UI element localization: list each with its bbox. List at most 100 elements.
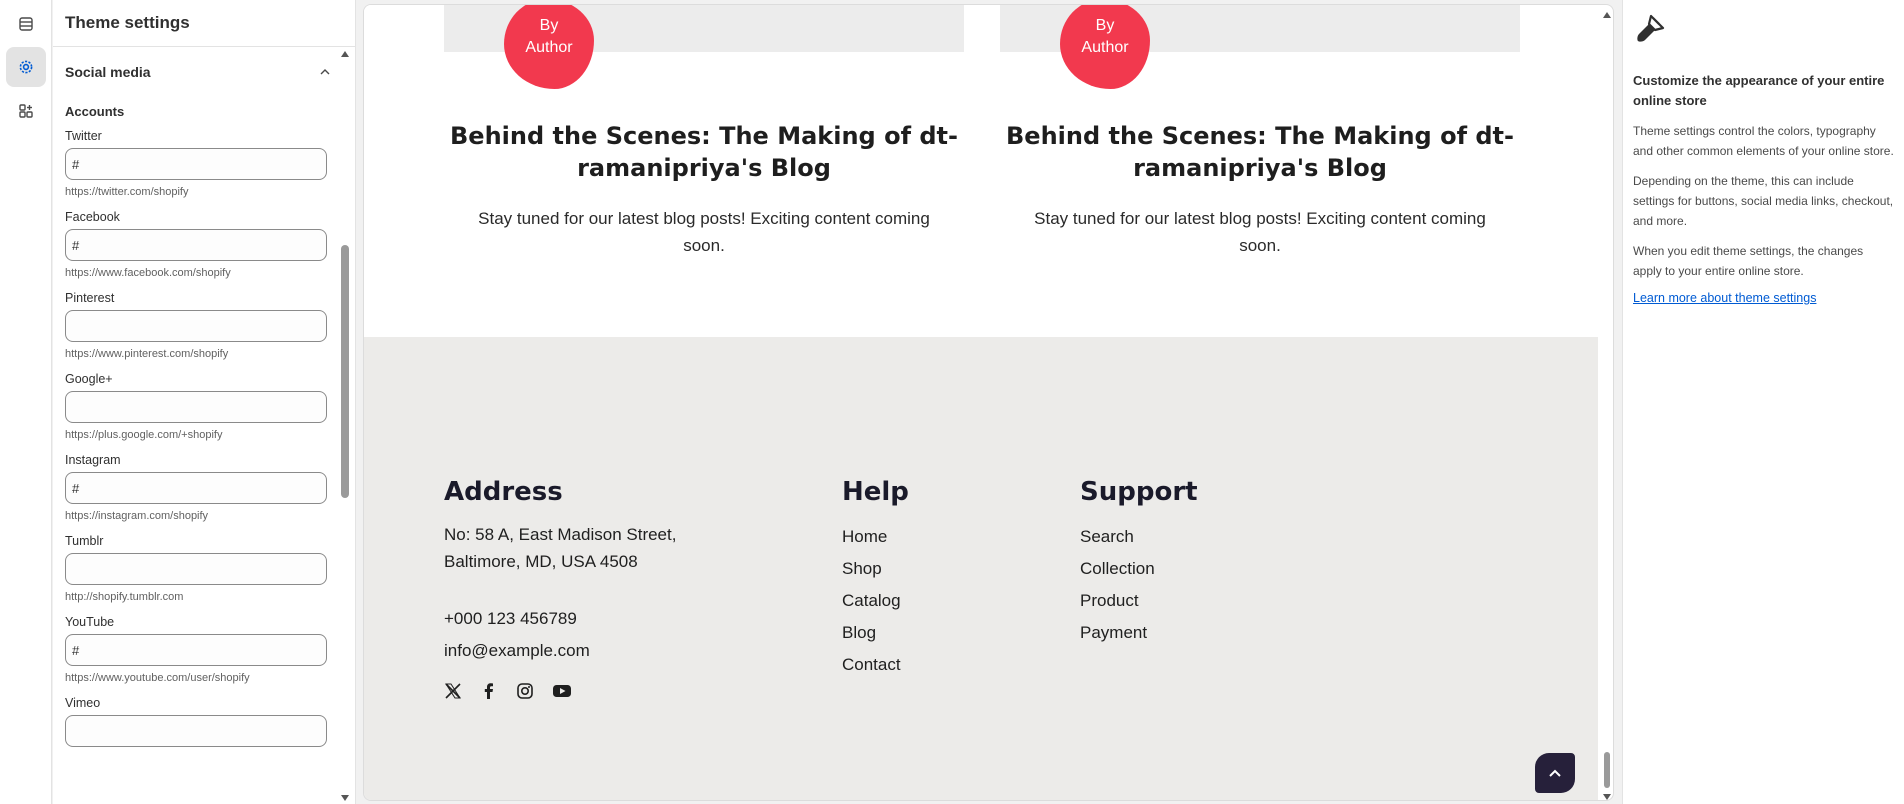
vimeo-field: Vimeo [53,696,355,747]
footer-heading: Support [1080,477,1198,507]
preview-scrollbar[interactable] [1603,11,1611,800]
section-title: Social media [65,64,151,80]
field-help: https://www.pinterest.com/shopify [65,348,229,360]
sections-nav-button[interactable] [6,4,46,44]
field-label: YouTube [65,615,115,629]
info-paragraph: Theme settings control the colors, typog… [1633,124,1894,158]
author-badge: By Author [1060,5,1150,89]
footer-link-catalog[interactable]: Catalog [842,585,909,617]
store-preview[interactable]: By Author Behind the Scenes: The Making … [363,4,1614,801]
footer-link-payment[interactable]: Payment [1080,617,1198,649]
footer-address-column: Address No: 58 A, East Madison Street, B… [444,477,676,700]
address-line: No: 58 A, East Madison Street, [444,525,677,544]
tumblr-field: Tumblr http://shopify.tumblr.com [53,534,355,603]
scrollbar-thumb[interactable] [341,245,349,498]
twitter-field: Twitter https://twitter.com/shopify [53,129,355,198]
field-label: Vimeo [65,696,101,710]
youtube-field: YouTube https://www.youtube.com/user/sho… [53,615,355,684]
theme-settings-panel: Theme settings Social media Accounts Twi… [53,0,356,804]
field-label: Facebook [65,210,120,224]
twitter-input[interactable] [65,148,327,180]
blog-card-excerpt: Stay tuned for our latest blog posts! Ex… [1034,209,1486,255]
panel-scrollbar[interactable] [341,50,349,804]
footer-link-contact[interactable]: Contact [842,649,909,681]
facebook-icon[interactable] [480,682,498,700]
footer-link-home[interactable]: Home [842,521,909,553]
panel-title: Theme settings [65,13,190,32]
badge-line2: Author [525,39,573,56]
email-link[interactable]: info@example.com [444,637,676,664]
footer-support-column: Support Search Collection Product Paymen… [1080,477,1198,649]
blog-card-title[interactable]: Behind the Scenes: The Making of dt-rama… [444,120,964,184]
info-title: Customize the appearance of your entire … [1633,73,1885,108]
facebook-field: Facebook https://www.facebook.com/shopif… [53,210,355,279]
author-badge: By Author [504,5,594,89]
scroll-up-arrow[interactable] [341,51,349,57]
google-plus-field: Google+ https://plus.google.com/+shopify [53,372,355,441]
paint-brush-icon [1637,14,1665,42]
pinterest-input[interactable] [65,310,327,342]
preview-area: By Author Behind the Scenes: The Making … [356,0,1622,804]
chevron-up-icon [1549,769,1561,777]
youtube-icon[interactable] [552,682,572,700]
app-embeds-nav-button[interactable] [6,91,46,131]
panel-scroll-area[interactable]: Social media Accounts Twitter https://tw… [53,48,355,804]
footer-link-search[interactable]: Search [1080,521,1198,553]
blog-card-excerpt: Stay tuned for our latest blog posts! Ex… [478,209,930,255]
footer-link-collection[interactable]: Collection [1080,553,1198,585]
footer-heading: Help [842,477,909,507]
sections-icon [19,17,33,31]
phone-link[interactable]: +000 123 456789 [444,605,676,632]
scroll-down-arrow[interactable] [341,795,349,801]
footer-link-blog[interactable]: Blog [842,617,909,649]
chevron-up-icon [320,69,330,75]
youtube-input[interactable] [65,634,327,666]
blog-card[interactable]: By Author Behind the Scenes: The Making … [1000,5,1520,255]
badge-line1: By [1095,17,1115,34]
badge-line1: By [539,17,559,34]
field-label: Pinterest [65,291,115,305]
badge-line2: Author [1081,39,1129,56]
scrollbar-thumb[interactable] [1604,752,1610,788]
field-help: https://instagram.com/shopify [65,510,209,522]
blog-card[interactable]: By Author Behind the Scenes: The Making … [444,5,964,255]
footer-help-column: Help Home Shop Catalog Blog Contact [842,477,909,681]
footer-heading: Address [444,477,563,507]
left-rail [0,0,52,804]
tumblr-input[interactable] [65,553,327,585]
gear-icon [19,60,33,74]
info-sidebar: Customize the appearance of your entire … [1622,0,1904,804]
theme-settings-nav-button[interactable] [6,47,46,87]
facebook-input[interactable] [65,229,327,261]
scroll-down-arrow[interactable] [1603,794,1611,800]
field-label: Google+ [65,372,113,386]
scroll-up-arrow[interactable] [1603,12,1611,18]
vimeo-input[interactable] [65,715,327,747]
footer-link-shop[interactable]: Shop [842,553,909,585]
address-line: Baltimore, MD, USA 4508 [444,552,638,571]
instagram-icon[interactable] [516,682,534,700]
instagram-field: Instagram https://instagram.com/shopify [53,453,355,522]
accounts-subtitle: Accounts [65,104,125,119]
x-icon[interactable] [444,682,462,700]
social-links [444,682,676,700]
footer-link-product[interactable]: Product [1080,585,1198,617]
pinterest-field: Pinterest https://www.pinterest.com/shop… [53,291,355,360]
google-plus-input[interactable] [65,391,327,423]
field-help: https://www.facebook.com/shopify [65,267,231,279]
back-to-top-button[interactable] [1535,753,1575,793]
field-label: Tumblr [65,534,104,548]
instagram-input[interactable] [65,472,327,504]
field-help: https://twitter.com/shopify [65,186,189,198]
field-label: Twitter [65,129,102,143]
social-media-section-toggle[interactable]: Social media [53,48,355,96]
field-label: Instagram [65,453,121,467]
blog-card-title[interactable]: Behind the Scenes: The Making of dt-rama… [1000,120,1520,184]
apps-icon [19,104,33,118]
panel-header: Theme settings [53,0,355,47]
store-footer: Address No: 58 A, East Madison Street, B… [364,337,1598,800]
learn-more-link[interactable]: Learn more about theme settings [1633,291,1816,305]
field-help: https://www.youtube.com/user/shopify [65,672,250,684]
blog-section: By Author Behind the Scenes: The Making … [364,5,1598,337]
info-paragraph: Depending on the theme, this can include… [1633,174,1894,228]
